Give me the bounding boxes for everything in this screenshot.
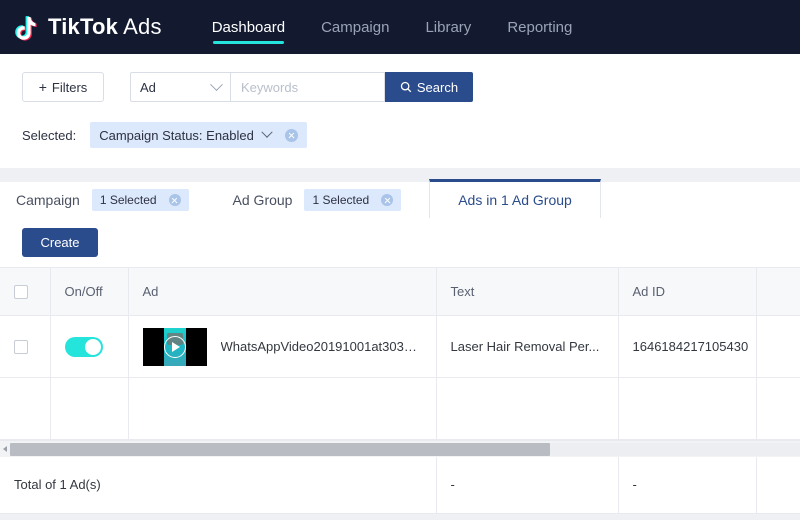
- row-text-cell: Laser Hair Removal Per...: [436, 315, 619, 378]
- nav-item-dashboard-label: Dashboard: [211, 18, 286, 36]
- row-checkbox[interactable]: [14, 339, 28, 354]
- nav-item-campaign[interactable]: Campaign: [321, 0, 389, 54]
- header-text[interactable]: Text: [436, 267, 619, 316]
- chevron-down-icon: [261, 126, 273, 138]
- ads-table: On/Off Ad Text Ad ID WhatsAppVideo201910…: [0, 267, 800, 440]
- ad-video-thumbnail[interactable]: [142, 327, 207, 366]
- search-type-select[interactable]: Ad: [130, 72, 230, 102]
- row-onoff-cell: [50, 315, 129, 378]
- nav-item-dashboard[interactable]: Dashboard: [212, 0, 285, 54]
- empty-cell: [436, 377, 619, 440]
- tiktok-note-icon: [12, 11, 42, 43]
- tab-ad-group-label: Ad Group: [232, 192, 293, 208]
- row-overflow-cell: [756, 315, 800, 378]
- ad-status-toggle[interactable]: [64, 336, 103, 357]
- footer-total-cell: Total of 1 Ad(s): [0, 457, 437, 514]
- search-icon: [400, 81, 412, 93]
- search-type-value: Ad: [140, 79, 156, 95]
- select-all-checkbox[interactable]: [14, 284, 28, 299]
- nav-item-library[interactable]: Library: [425, 0, 471, 54]
- row-select-cell: [0, 315, 51, 378]
- tab-ad-group-badge-label: 1 Selected: [312, 193, 370, 207]
- tab-campaign[interactable]: Campaign 1 Selected: [0, 182, 205, 218]
- selected-filters-row: Selected: Campaign Status: Enabled: [22, 122, 800, 148]
- plus-icon: +: [38, 79, 47, 95]
- tab-ad-group-badge[interactable]: 1 Selected: [304, 189, 402, 211]
- filters-button[interactable]: + Filters: [22, 72, 104, 102]
- filter-controls-row: + Filters Ad Search: [22, 72, 800, 102]
- brand-title: TikTok Ads: [48, 14, 162, 40]
- header-ad-id[interactable]: Ad ID: [618, 267, 757, 316]
- tab-ads-in-ad-group-label: Ads in 1 Ad Group: [458, 192, 572, 208]
- filter-chip-campaign-status[interactable]: Campaign Status: Enabled: [90, 122, 307, 148]
- footer-row: Total of 1 Ad(s) - -: [0, 457, 800, 514]
- tab-campaign-badge-label: 1 Selected: [99, 193, 157, 207]
- brand-logo-group: TikTok Ads: [12, 11, 162, 43]
- breadcrumb-tabs: Campaign 1 Selected Ad Group 1 Selected …: [0, 179, 800, 218]
- empty-cell: [0, 377, 51, 440]
- footer-ad-id-cell: -: [618, 457, 757, 514]
- tab-campaign-label: Campaign: [16, 192, 80, 208]
- close-icon[interactable]: [381, 194, 394, 206]
- create-button[interactable]: Create: [22, 228, 98, 257]
- table-row[interactable]: WhatsAppVideo20191001at30330... Laser Ha…: [0, 315, 800, 378]
- brand-title-light: Ads: [118, 14, 162, 39]
- ads-table-body: WhatsAppVideo20191001at30330... Laser Ha…: [0, 315, 800, 440]
- empty-cell: [618, 377, 757, 440]
- brand-title-bold: TikTok: [48, 14, 119, 39]
- chevron-down-icon: [210, 77, 223, 91]
- nav-item-campaign-label: Campaign: [321, 18, 390, 36]
- search-button-label: Search: [416, 79, 459, 95]
- ad-cell-content: WhatsAppVideo20191001at30330...: [142, 327, 422, 366]
- table-empty-row: [0, 377, 800, 440]
- ad-name: WhatsAppVideo20191001at30330...: [220, 339, 422, 354]
- ads-panel: Create On/Off Ad Text Ad ID WhatsAppVide…: [0, 218, 800, 514]
- filter-toolbar: + Filters Ad Search Selected: Campaign S…: [0, 54, 800, 168]
- header-overflow: [756, 267, 800, 316]
- row-ad-cell: WhatsAppVideo20191001at30330...: [128, 315, 437, 378]
- empty-cell: [50, 377, 129, 440]
- nav-item-library-label: Library: [425, 18, 472, 36]
- close-icon[interactable]: [168, 194, 181, 206]
- row-ad-id-cell: 1646184217105430: [618, 315, 757, 378]
- footer-overflow-cell: [756, 457, 800, 514]
- search-group: Ad Search: [130, 72, 473, 102]
- keywords-input[interactable]: [230, 72, 385, 102]
- horizontal-scrollbar[interactable]: [0, 440, 800, 457]
- search-button[interactable]: Search: [385, 72, 473, 102]
- panel-gap: [0, 168, 800, 182]
- nav-item-reporting-label: Reporting: [507, 18, 573, 36]
- empty-cell: [756, 377, 800, 440]
- ads-table-header: On/Off Ad Text Ad ID: [0, 267, 800, 316]
- page-bottom-gap: [0, 513, 800, 520]
- panel-toolbar: Create: [0, 218, 800, 267]
- tab-ads-in-ad-group[interactable]: Ads in 1 Ad Group: [429, 179, 601, 218]
- main-nav-items: Dashboard Campaign Library Reporting: [212, 0, 609, 54]
- header-select-all: [0, 267, 51, 316]
- tab-ad-group[interactable]: Ad Group 1 Selected: [216, 182, 418, 218]
- nav-item-reporting[interactable]: Reporting: [507, 0, 572, 54]
- table-header-row: On/Off Ad Text Ad ID: [0, 267, 800, 316]
- selected-label: Selected:: [22, 127, 77, 143]
- header-on-off[interactable]: On/Off: [50, 267, 129, 316]
- tab-campaign-badge[interactable]: 1 Selected: [91, 189, 189, 211]
- scrollbar-track[interactable]: [10, 442, 800, 456]
- play-icon[interactable]: [163, 335, 186, 358]
- empty-cell: [128, 377, 437, 440]
- close-icon[interactable]: [284, 128, 298, 142]
- footer-text-cell: -: [436, 457, 619, 514]
- scroll-left-arrow-icon[interactable]: [0, 441, 10, 458]
- filters-button-label: Filters: [51, 79, 88, 95]
- filter-chip-label: Campaign Status: Enabled: [99, 127, 254, 143]
- scrollbar-thumb[interactable]: [10, 442, 550, 456]
- header-ad[interactable]: Ad: [128, 267, 437, 316]
- top-navigation-bar: TikTok Ads Dashboard Campaign Library Re…: [0, 0, 800, 54]
- toggle-knob: [84, 338, 101, 355]
- ads-table-footer: Total of 1 Ad(s) - -: [0, 457, 800, 514]
